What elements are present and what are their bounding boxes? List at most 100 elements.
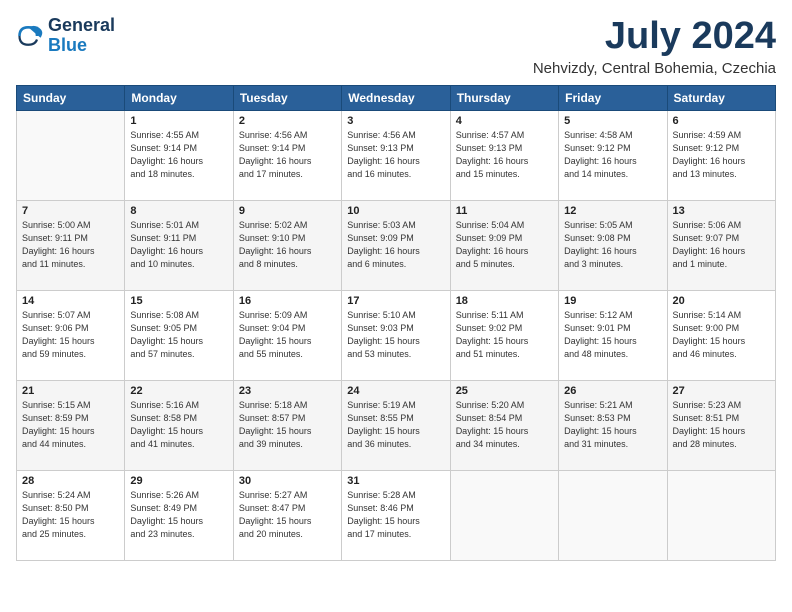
day-number: 5 <box>564 115 661 127</box>
calendar-cell: 14Sunrise: 5:07 AM Sunset: 9:06 PM Dayli… <box>17 290 125 380</box>
calendar-table: SundayMondayTuesdayWednesdayThursdayFrid… <box>16 85 776 561</box>
cell-content: Sunrise: 4:59 AM Sunset: 9:12 PM Dayligh… <box>673 129 770 181</box>
day-header-friday: Friday <box>559 85 667 110</box>
location: Nehvizdy, Central Bohemia, Czechia <box>533 60 776 77</box>
calendar-header-row: SundayMondayTuesdayWednesdayThursdayFrid… <box>17 85 776 110</box>
calendar-cell: 24 Sunrise: 5:19 AM Sunset: 8:55 PM Dayli… <box>342 380 450 470</box>
calendar-cell <box>450 470 558 560</box>
calendar-cell <box>17 110 125 200</box>
cell-content: Sunrise: 5:20 AM Sunset: 8:54 PM Dayligh… <box>456 399 553 451</box>
cell-content: Sunrise: 5:00 AM Sunset: 9:11 PM Dayligh… <box>22 219 119 271</box>
cell-content: Sunrise: 5:06 AM Sunset: 9:07 PM Dayligh… <box>673 219 770 271</box>
day-header-tuesday: Tuesday <box>233 85 341 110</box>
day-number: 30 <box>239 475 336 487</box>
calendar-cell: 10 Sunrise: 5:03 AM Sunset: 9:09 PM Dayli… <box>342 200 450 290</box>
calendar-cell: 16 Sunrise: 5:09 AM Sunset: 9:04 PM Dayli… <box>233 290 341 380</box>
calendar-week-row: 1 Sunrise: 4:55 AM Sunset: 9:14 PM Daylig… <box>17 110 776 200</box>
calendar-cell: 9 Sunrise: 5:02 AM Sunset: 9:10 PM Daylig… <box>233 200 341 290</box>
day-number: 26 <box>564 385 661 397</box>
day-number: 28 <box>22 475 119 487</box>
cell-content: Sunrise: 5:15 AM Sunset: 8:59 PM Dayligh… <box>22 399 119 451</box>
cell-content: Sunrise: 5:08 AM Sunset: 9:05 PM Dayligh… <box>130 309 227 361</box>
day-number: 21 <box>22 385 119 397</box>
calendar-cell <box>559 470 667 560</box>
day-number: 8 <box>130 205 227 217</box>
logo-icon <box>16 22 44 50</box>
day-number: 12 <box>564 205 661 217</box>
calendar-cell: 11 Sunrise: 5:04 AM Sunset: 9:09 PM Dayli… <box>450 200 558 290</box>
day-header-saturday: Saturday <box>667 85 775 110</box>
cell-content: Sunrise: 5:23 AM Sunset: 8:51 PM Dayligh… <box>673 399 770 451</box>
day-header-wednesday: Wednesday <box>342 85 450 110</box>
calendar-body: 1 Sunrise: 4:55 AM Sunset: 9:14 PM Daylig… <box>17 110 776 560</box>
cell-content: Sunrise: 5:27 AM Sunset: 8:47 PM Dayligh… <box>239 489 336 541</box>
calendar-week-row: 21 Sunrise: 5:15 AM Sunset: 8:59 PM Dayli… <box>17 380 776 470</box>
cell-content: Sunrise: 4:56 AM Sunset: 9:13 PM Dayligh… <box>347 129 444 181</box>
day-number: 23 <box>239 385 336 397</box>
calendar-cell: 5 Sunrise: 4:58 AM Sunset: 9:12 PM Daylig… <box>559 110 667 200</box>
calendar-cell: 19Sunrise: 5:12 AM Sunset: 9:01 PM Dayli… <box>559 290 667 380</box>
cell-content: Sunrise: 5:09 AM Sunset: 9:04 PM Dayligh… <box>239 309 336 361</box>
title-block: July 2024 Nehvizdy, Central Bohemia, Cze… <box>533 16 776 77</box>
day-number: 29 <box>130 475 227 487</box>
calendar-cell: 31 Sunrise: 5:28 AM Sunset: 8:46 PM Dayli… <box>342 470 450 560</box>
day-number: 9 <box>239 205 336 217</box>
cell-content: Sunrise: 4:58 AM Sunset: 9:12 PM Dayligh… <box>564 129 661 181</box>
month-title: July 2024 <box>533 16 776 58</box>
calendar-cell: 12 Sunrise: 5:05 AM Sunset: 9:08 PM Dayli… <box>559 200 667 290</box>
day-number: 13 <box>673 205 770 217</box>
cell-content: Sunrise: 5:11 AM Sunset: 9:02 PM Dayligh… <box>456 309 553 361</box>
calendar-cell: 27 Sunrise: 5:23 AM Sunset: 8:51 PM Dayli… <box>667 380 775 470</box>
calendar-cell: 6 Sunrise: 4:59 AM Sunset: 9:12 PM Daylig… <box>667 110 775 200</box>
day-number: 4 <box>456 115 553 127</box>
cell-content: Sunrise: 4:55 AM Sunset: 9:14 PM Dayligh… <box>130 129 227 181</box>
calendar-cell: 8 Sunrise: 5:01 AM Sunset: 9:11 PM Daylig… <box>125 200 233 290</box>
cell-content: Sunrise: 5:21 AM Sunset: 8:53 PM Dayligh… <box>564 399 661 451</box>
cell-content: Sunrise: 5:28 AM Sunset: 8:46 PM Dayligh… <box>347 489 444 541</box>
cell-content: Sunrise: 5:14 AM Sunset: 9:00 PM Dayligh… <box>673 309 770 361</box>
calendar-cell: 13 Sunrise: 5:06 AM Sunset: 9:07 PM Dayli… <box>667 200 775 290</box>
calendar-cell: 18Sunrise: 5:11 AM Sunset: 9:02 PM Dayli… <box>450 290 558 380</box>
day-header-sunday: Sunday <box>17 85 125 110</box>
day-number: 7 <box>22 205 119 217</box>
day-number: 22 <box>130 385 227 397</box>
cell-content: Sunrise: 5:02 AM Sunset: 9:10 PM Dayligh… <box>239 219 336 271</box>
cell-content: Sunrise: 5:04 AM Sunset: 9:09 PM Dayligh… <box>456 219 553 271</box>
cell-content: Sunrise: 5:18 AM Sunset: 8:57 PM Dayligh… <box>239 399 336 451</box>
calendar-cell: 7 Sunrise: 5:00 AM Sunset: 9:11 PM Daylig… <box>17 200 125 290</box>
day-number: 17 <box>347 295 444 307</box>
calendar-cell: 20Sunrise: 5:14 AM Sunset: 9:00 PM Dayli… <box>667 290 775 380</box>
day-number: 27 <box>673 385 770 397</box>
cell-content: Sunrise: 5:12 AM Sunset: 9:01 PM Dayligh… <box>564 309 661 361</box>
cell-content: Sunrise: 5:16 AM Sunset: 8:58 PM Dayligh… <box>130 399 227 451</box>
cell-content: Sunrise: 5:01 AM Sunset: 9:11 PM Dayligh… <box>130 219 227 271</box>
calendar-cell: 4Sunrise: 4:57 AM Sunset: 9:13 PM Daylig… <box>450 110 558 200</box>
calendar-week-row: 7 Sunrise: 5:00 AM Sunset: 9:11 PM Daylig… <box>17 200 776 290</box>
day-number: 24 <box>347 385 444 397</box>
calendar-cell: 21 Sunrise: 5:15 AM Sunset: 8:59 PM Dayli… <box>17 380 125 470</box>
logo-text: General Blue <box>48 16 115 56</box>
day-number: 15 <box>130 295 227 307</box>
calendar-cell: 25Sunrise: 5:20 AM Sunset: 8:54 PM Dayli… <box>450 380 558 470</box>
cell-content: Sunrise: 5:19 AM Sunset: 8:55 PM Dayligh… <box>347 399 444 451</box>
day-number: 10 <box>347 205 444 217</box>
day-number: 2 <box>239 115 336 127</box>
calendar-cell: 17Sunrise: 5:10 AM Sunset: 9:03 PM Dayli… <box>342 290 450 380</box>
logo: General Blue <box>16 16 115 56</box>
cell-content: Sunrise: 5:03 AM Sunset: 9:09 PM Dayligh… <box>347 219 444 271</box>
calendar-cell: 28 Sunrise: 5:24 AM Sunset: 8:50 PM Dayli… <box>17 470 125 560</box>
cell-content: Sunrise: 5:05 AM Sunset: 9:08 PM Dayligh… <box>564 219 661 271</box>
day-number: 1 <box>130 115 227 127</box>
day-number: 11 <box>456 205 553 217</box>
day-number: 16 <box>239 295 336 307</box>
calendar-week-row: 14Sunrise: 5:07 AM Sunset: 9:06 PM Dayli… <box>17 290 776 380</box>
calendar-cell <box>667 470 775 560</box>
day-number: 31 <box>347 475 444 487</box>
cell-content: Sunrise: 4:56 AM Sunset: 9:14 PM Dayligh… <box>239 129 336 181</box>
day-number: 6 <box>673 115 770 127</box>
calendar-cell: 30 Sunrise: 5:27 AM Sunset: 8:47 PM Dayli… <box>233 470 341 560</box>
cell-content: Sunrise: 5:24 AM Sunset: 8:50 PM Dayligh… <box>22 489 119 541</box>
calendar-cell: 2 Sunrise: 4:56 AM Sunset: 9:14 PM Daylig… <box>233 110 341 200</box>
calendar-cell: 29Sunrise: 5:26 AM Sunset: 8:49 PM Dayli… <box>125 470 233 560</box>
calendar-cell: 22 Sunrise: 5:16 AM Sunset: 8:58 PM Dayli… <box>125 380 233 470</box>
